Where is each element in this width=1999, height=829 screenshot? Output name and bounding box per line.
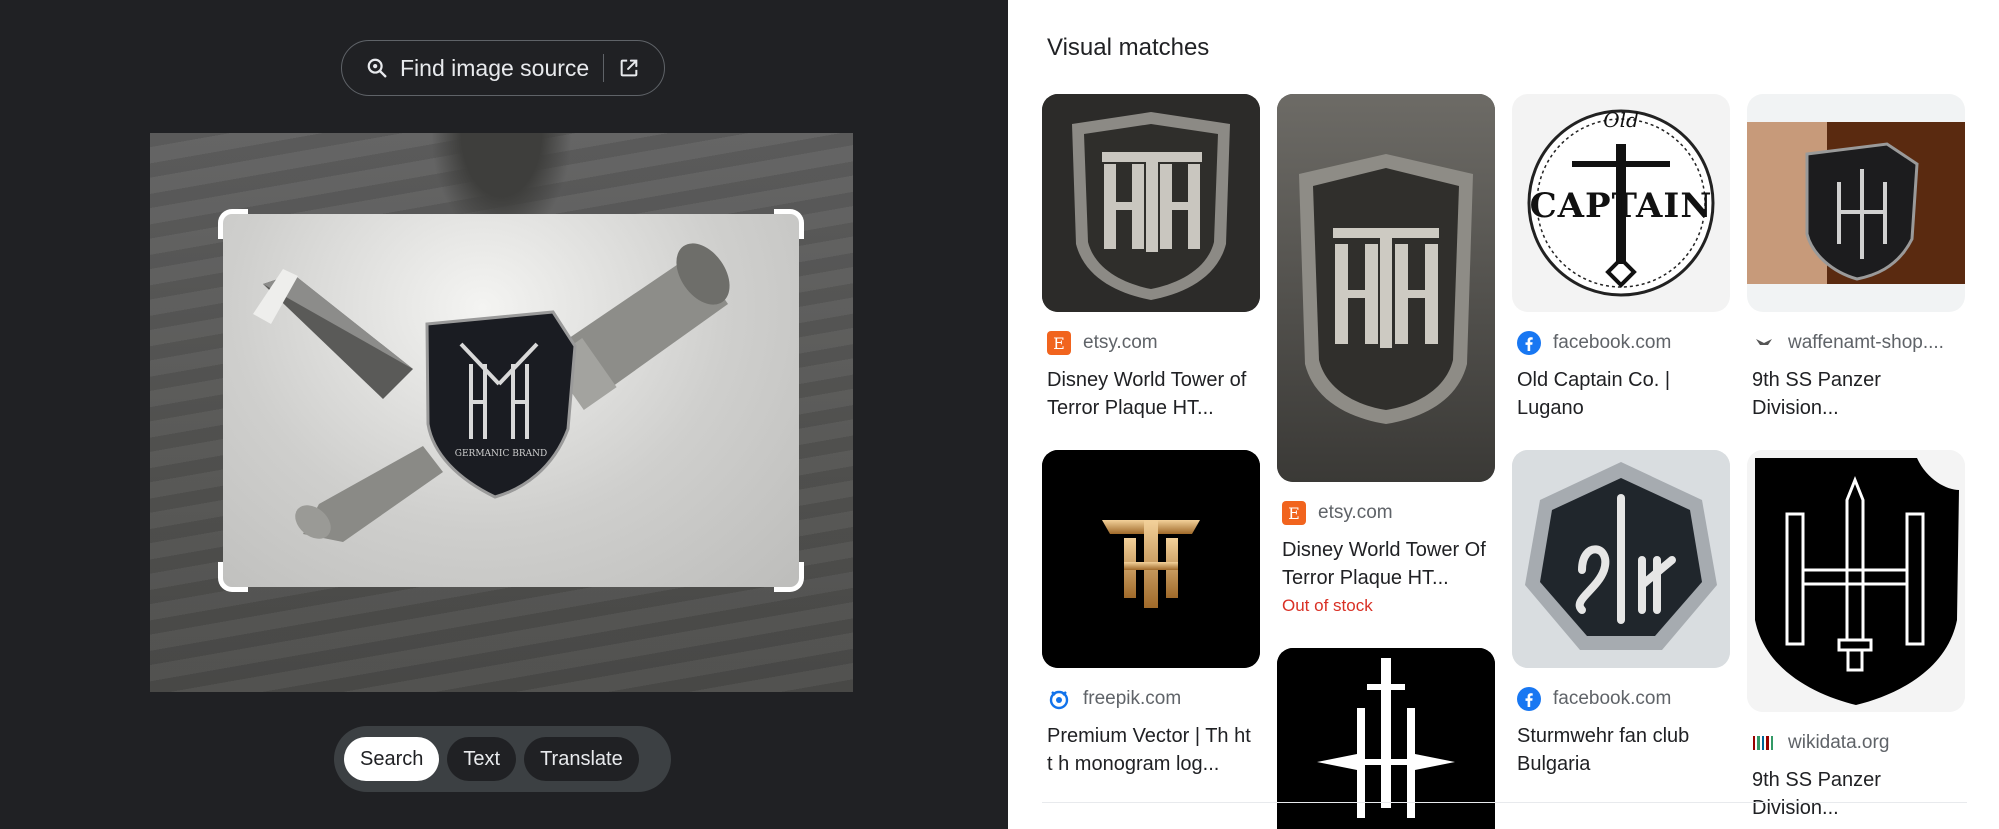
result-card[interactable]: freepik.com Premium Vector | Th ht t h m… — [1042, 450, 1260, 778]
crop-handle-bottom-left[interactable] — [218, 562, 248, 592]
result-source-name: facebook.com — [1553, 688, 1672, 709]
facebook-icon — [1517, 331, 1541, 355]
result-source-name: waffenamt-shop.... — [1788, 332, 1944, 353]
find-image-source-label: Find image source — [400, 54, 590, 81]
result-source[interactable]: facebook.com — [1512, 330, 1730, 356]
crop-handle-top-right[interactable] — [774, 209, 804, 239]
result-source[interactable]: freepik.com — [1042, 686, 1260, 712]
etsy-icon: E — [1282, 501, 1306, 525]
results-panel: Visual matches E etsy.com Disney World T… — [1008, 0, 1999, 829]
crop-handle-top-left[interactable] — [218, 209, 248, 239]
thumb-text-main: CAPTAIN — [1529, 186, 1713, 226]
result-title[interactable]: 9th SS Panzer Division... — [1747, 366, 1965, 422]
result-thumbnail[interactable] — [1747, 450, 1965, 712]
waffenamt-icon — [1752, 331, 1776, 355]
result-thumbnail[interactable] — [1042, 450, 1260, 668]
lens-image-panel: Find image source GERMANIC BRAND Search … — [0, 0, 1008, 829]
open-in-new-icon[interactable] — [616, 55, 642, 81]
thumb-text-top: Old — [1603, 108, 1639, 132]
crop-handle-bottom-right[interactable] — [774, 562, 804, 592]
stock-status: Out of stock — [1282, 596, 1373, 615]
result-source[interactable]: wikidata.org — [1747, 730, 1965, 756]
result-card[interactable]: Old CAPTAIN facebook.com Old Captain Co.… — [1512, 94, 1730, 422]
find-image-source-button[interactable]: Find image source — [341, 40, 665, 96]
svg-text:E: E — [1288, 504, 1300, 523]
etsy-icon: E — [1047, 331, 1071, 355]
lens-search-icon — [364, 55, 390, 81]
divider — [1042, 802, 1967, 803]
facebook-icon — [1517, 687, 1541, 711]
result-source[interactable]: facebook.com — [1512, 686, 1730, 712]
result-card[interactable]: waffenamt-shop.... 9th SS Panzer Divisio… — [1747, 94, 1965, 422]
result-thumbnail[interactable]: Old CAPTAIN — [1512, 94, 1730, 312]
result-title[interactable]: Disney World Tower of Terror Plaque HT..… — [1042, 366, 1260, 422]
freepik-icon — [1047, 687, 1071, 711]
result-thumbnail[interactable] — [1277, 94, 1495, 482]
crop-selection[interactable]: GERMANIC BRAND — [223, 214, 799, 587]
result-title[interactable]: Disney World Tower Of Terror Plaque HT..… — [1277, 536, 1495, 592]
result-card[interactable]: wikidata.org 9th SS Panzer Division... — [1747, 450, 1965, 822]
result-card[interactable]: facebook.com Sturmwehr fan club Bulgaria — [1512, 450, 1730, 778]
result-source-name: etsy.com — [1318, 502, 1393, 523]
mode-text-button[interactable]: Text — [447, 737, 517, 781]
result-title[interactable]: Old Captain Co. | Lugano — [1512, 366, 1730, 422]
result-source[interactable]: E etsy.com — [1042, 330, 1260, 356]
visual-matches-heading: Visual matches — [1047, 34, 1210, 61]
result-source-name: wikidata.org — [1788, 732, 1890, 753]
result-source-name: facebook.com — [1553, 332, 1672, 353]
wikidata-icon — [1752, 731, 1776, 755]
result-source-name: freepik.com — [1083, 688, 1182, 709]
result-title[interactable]: Premium Vector | Th ht t h monogram log.… — [1042, 722, 1260, 778]
result-thumbnail[interactable] — [1747, 94, 1965, 312]
result-title[interactable]: Sturmwehr fan club Bulgaria — [1512, 722, 1730, 778]
result-card[interactable]: E etsy.com Disney World Tower Of Terror … — [1277, 94, 1495, 616]
emblem-text: GERMANIC BRAND — [455, 449, 547, 459]
mode-search-button[interactable]: Search — [344, 737, 440, 781]
mode-translate-button[interactable]: Translate — [524, 737, 639, 781]
result-source-name: etsy.com — [1083, 332, 1158, 353]
lens-mode-switcher: Search Text Translate — [334, 726, 671, 792]
result-thumbnail[interactable] — [1042, 94, 1260, 312]
result-card[interactable]: E etsy.com Disney World Tower of Terror … — [1042, 94, 1260, 422]
result-thumbnail[interactable] — [1512, 450, 1730, 668]
svg-text:E: E — [1053, 334, 1065, 353]
divider — [603, 54, 605, 82]
result-title[interactable]: 9th SS Panzer Division... — [1747, 766, 1965, 822]
result-source[interactable]: waffenamt-shop.... — [1747, 330, 1965, 356]
result-source[interactable]: E etsy.com — [1277, 500, 1495, 526]
